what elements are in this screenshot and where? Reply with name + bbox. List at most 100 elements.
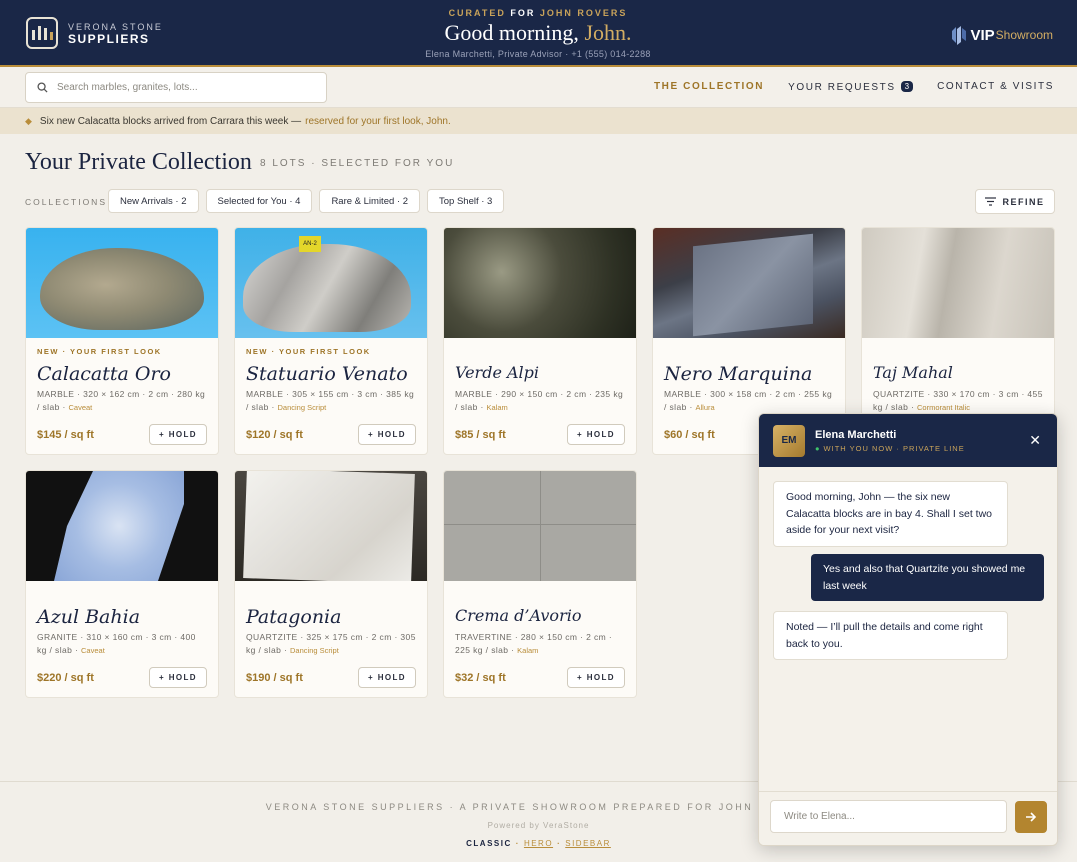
hold-button[interactable]: + HOLD [567,424,625,445]
refine-label: REFINE [1002,196,1045,207]
vip-text: VIP [970,26,995,44]
stone-name: Taj Mahal [873,363,953,382]
stone-card[interactable]: Patagonia QUARTZITE · 325 × 175 cm · 2 c… [234,470,428,698]
chip-rare-limited[interactable]: Rare & Limited · 2 [319,189,420,213]
stone-name: Nero Marquina [664,363,813,385]
search-box[interactable] [25,72,327,103]
stone-price: $120 / sq ft [246,429,303,441]
curated-label: CURATED FOR JOHN ROVERS [448,8,628,18]
stone-name: Patagonia [246,606,342,628]
refine-button[interactable]: REFINE [975,189,1055,214]
advisor-line: Elena Marchetti, Private Advisor · +1 (5… [425,49,651,59]
card-tag [246,590,416,602]
card-tag [455,347,625,359]
stone-spec: GRANITE · 310 × 160 cm · 3 cm · 400 kg /… [37,632,196,655]
search-icon [37,82,48,93]
stone-card[interactable]: Crema d’Avorio TRAVERTINE · 280 × 150 cm… [443,470,637,698]
card-tag [37,590,207,602]
stone-price: $220 / sq ft [37,672,94,684]
layout-hero-link[interactable]: HERO [524,839,553,848]
stone-spec: MARBLE · 300 × 158 cm · 2 cm · 255 kg / … [664,389,833,412]
showroom-text: Showroom [995,28,1053,42]
stone-name: Statuario Venato [246,363,408,385]
stone-price: $85 / sq ft [455,429,506,441]
chat-message-advisor: Good morning, John — the six new Calacat… [773,481,1008,547]
brand-line-2: SUPPLIERS [68,32,150,46]
nav-the-collection[interactable]: THE COLLECTION [654,81,764,93]
card-tag [664,347,834,359]
close-icon[interactable]: ✕ [1029,432,1041,449]
banner-highlight[interactable]: reserved for your first look, John. [305,116,451,127]
lot-label: AN-2 [299,236,321,252]
stone-spec: MARBLE · 320 × 162 cm · 2 cm · 280 kg / … [37,389,206,412]
main-nav: THE COLLECTION YOUR REQUESTS 3 CONTACT & … [654,81,1054,93]
stone-spec: MARBLE · 305 × 155 cm · 3 cm · 385 kg / … [246,389,415,412]
nav-contact-visits[interactable]: CONTACT & VISITS [937,81,1054,93]
greeting-title: Good morning, John. [444,20,632,45]
stone-name: Calacatta Oro [37,363,171,385]
chip-new-arrivals[interactable]: New Arrivals · 2 [108,189,199,213]
top-header: VERONA STONE SUPPLIERS CURATED FOR JOHN … [0,0,1077,67]
stone-name: Crema d’Avorio [455,606,582,625]
banner-text: Six new Calacatta blocks arrived from Ca… [39,115,302,127]
chat-composer [759,791,1057,845]
stone-spec: MARBLE · 290 × 150 cm · 2 cm · 235 kg / … [455,389,624,412]
requests-count-badge: 3 [900,81,914,92]
stone-name: Azul Bahia [37,606,141,628]
card-tag: NEW · YOUR FIRST LOOK [37,347,162,356]
hold-button[interactable]: + HOLD [567,667,625,688]
stone-image [235,471,427,581]
stone-spec: QUARTZITE · 325 × 175 cm · 2 cm · 305 kg… [246,632,416,655]
collections-label: COLLECTIONS [25,197,107,207]
page-subtitle: 8 LOTS · SELECTED FOR YOU [260,158,455,169]
announcement-banner: ◆ Six new Calacatta blocks arrived from … [0,108,1077,134]
stone-price: $60 / sq ft [664,429,715,441]
avatar: EM [773,424,805,457]
page-title: Your Private Collection [25,149,252,175]
arrow-right-icon [1026,812,1037,822]
stone-image [444,228,636,338]
card-tag: NEW · YOUR FIRST LOOK [246,347,371,356]
filter-icon [985,197,997,206]
stone-price: $32 / sq ft [455,672,506,684]
send-button[interactable] [1015,801,1047,833]
stone-name: Verde Alpi [455,363,540,382]
chat-status: ● WITH YOU NOW · PRIVATE LINE [815,443,965,453]
stone-card[interactable]: AN-2 NEW · YOUR FIRST LOOK Statuario Ven… [234,227,428,455]
chip-selected-for-you[interactable]: Selected for You · 4 [205,189,313,213]
logo-bars-icon [26,17,58,49]
layout-sidebar-link[interactable]: SIDEBAR [565,839,611,848]
stone-spec: QUARTZITE · 330 × 170 cm · 3 cm · 455 kg… [873,389,1043,412]
stone-image [862,228,1054,338]
card-tag [455,590,625,602]
greeting-block: CURATED FOR JOHN ROVERS Good morning, Jo… [338,8,738,59]
chat-message-user: Yes and also that Quartzite you showed m… [811,554,1044,601]
stone-card[interactable]: Verde Alpi MARBLE · 290 × 150 cm · 2 cm … [443,227,637,455]
hold-button[interactable]: + HOLD [149,424,207,445]
chat-input[interactable] [770,800,1007,833]
diamond-icon: ◆ [25,115,32,126]
stone-card[interactable]: NEW · YOUR FIRST LOOK Calacatta Oro MARB… [25,227,219,455]
vip-showroom-logo: VIP Showroom [951,25,1053,45]
stone-image [444,471,636,581]
nav-your-requests[interactable]: YOUR REQUESTS 3 [788,81,914,93]
chat-messages: Good morning, John — the six new Calacat… [759,467,1057,793]
stone-image: AN-2 [235,228,427,338]
chip-top-shelf[interactable]: Top Shelf · 3 [427,189,505,213]
nav-bar: THE COLLECTION YOUR REQUESTS 3 CONTACT & … [0,67,1077,108]
hold-button[interactable]: + HOLD [149,667,207,688]
layout-classic[interactable]: CLASSIC [466,839,512,848]
hold-button[interactable]: + HOLD [358,424,416,445]
brand-logo[interactable]: VERONA STONE SUPPLIERS [26,17,163,49]
chat-message-advisor: Noted — I’ll pull the details and come r… [773,611,1008,660]
search-input[interactable] [57,82,297,93]
stone-image [653,228,845,338]
hold-button[interactable]: + HOLD [358,667,416,688]
stone-price: $145 / sq ft [37,429,94,441]
stone-image [26,228,218,338]
vip-flag-icon [952,26,967,45]
stone-price: $190 / sq ft [246,672,303,684]
stone-card[interactable]: Azul Bahia GRANITE · 310 × 160 cm · 3 cm… [25,470,219,698]
advisor-chat-panel: EM Elena Marchetti ● WITH YOU NOW · PRIVA… [758,413,1058,846]
collection-chips: New Arrivals · 2 Selected for You · 4 Ra… [108,189,505,213]
